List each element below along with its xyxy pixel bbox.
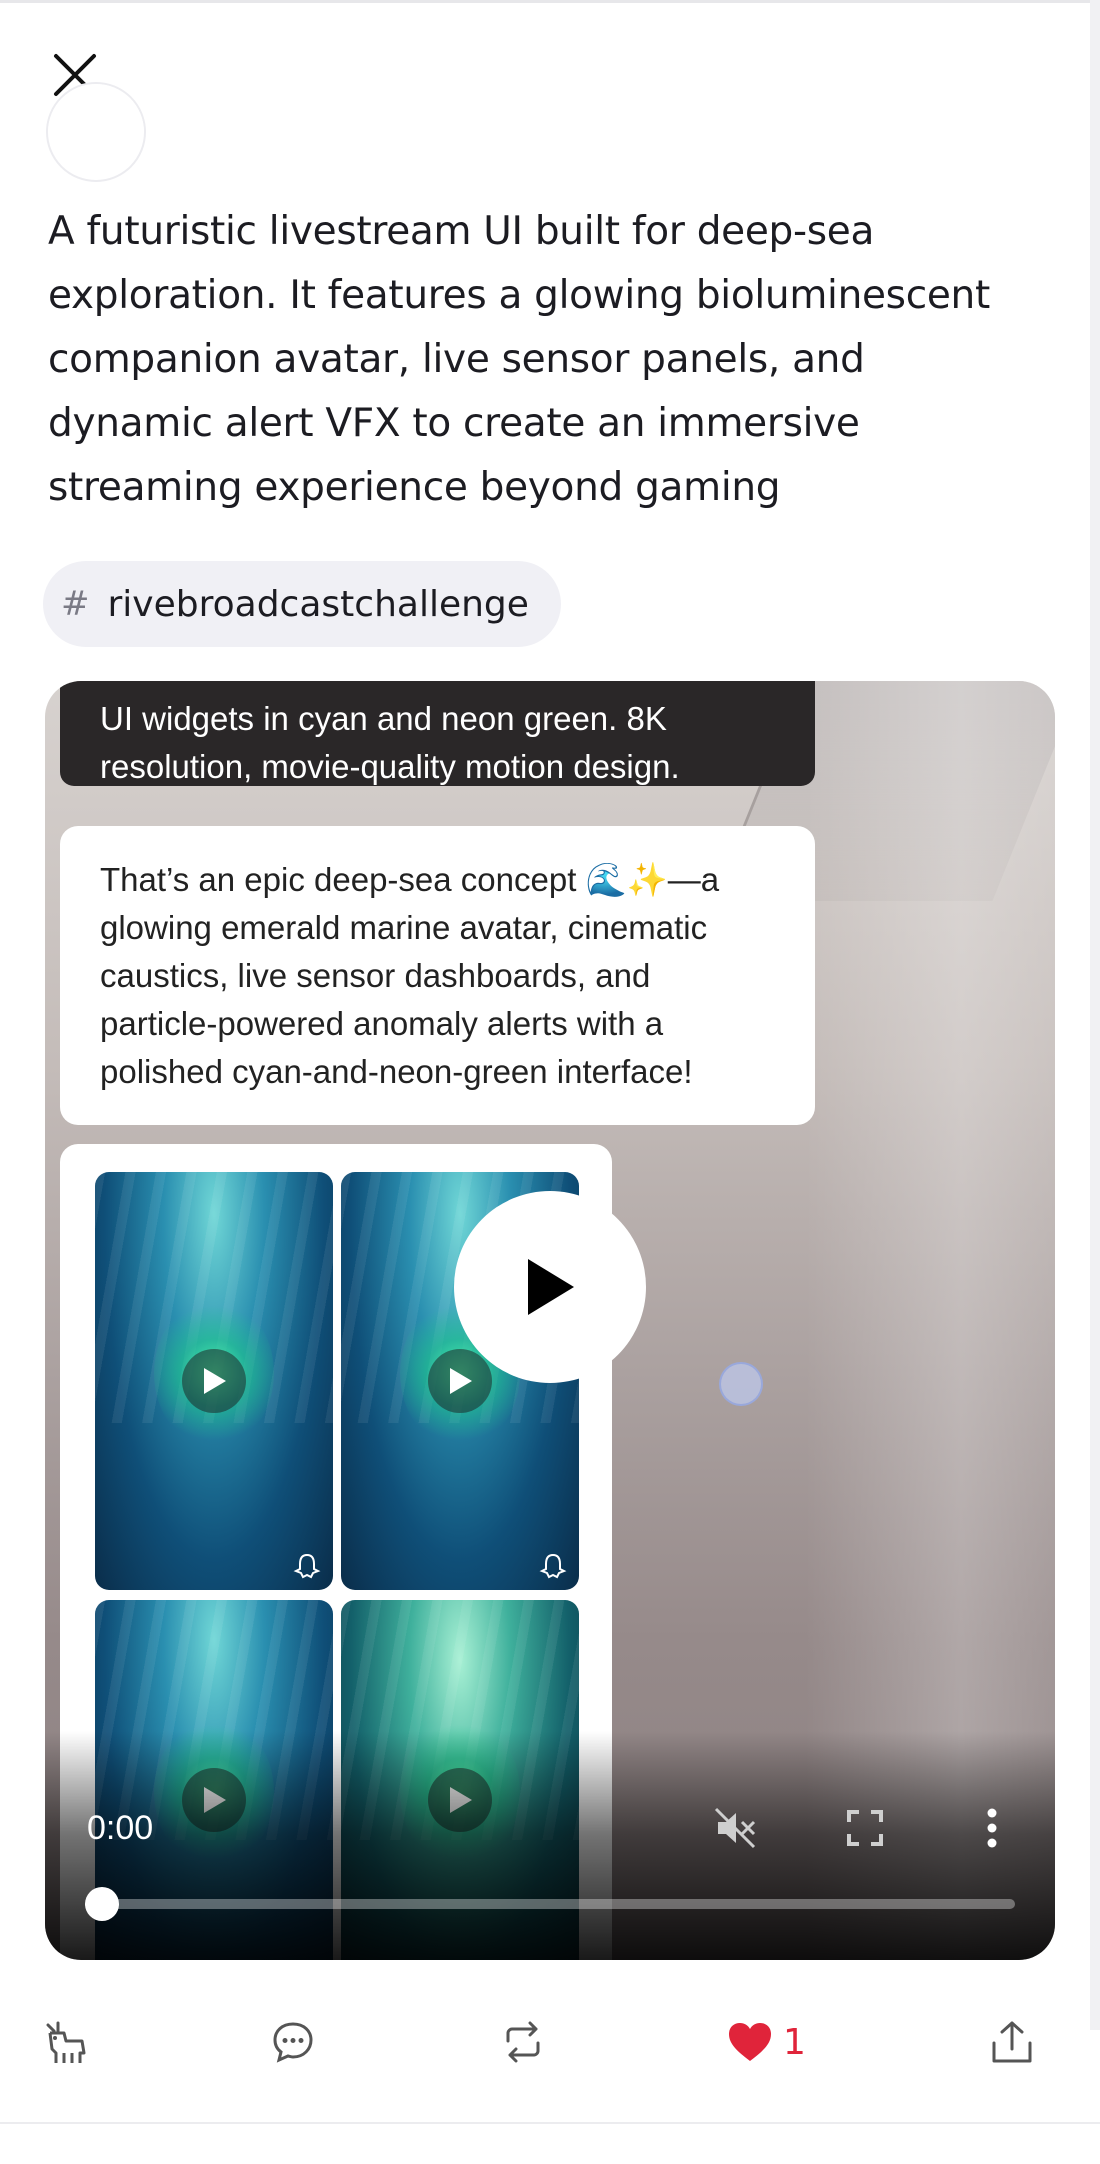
- scrollbar-track[interactable]: [1090, 0, 1100, 2030]
- like-button[interactable]: 1: [727, 2012, 806, 2072]
- fullscreen-button[interactable]: [840, 1803, 890, 1853]
- comment-button[interactable]: [270, 2012, 316, 2072]
- heart-icon: [729, 2023, 771, 2061]
- hashtag-chip[interactable]: # rivebroadcastchallenge: [43, 561, 561, 647]
- goat-icon: [46, 2021, 86, 2063]
- action-bar: 1: [0, 2000, 1100, 2090]
- hashtag-symbol: #: [61, 584, 90, 624]
- play-icon: [182, 1349, 246, 1413]
- hashtag-label: rivebroadcastchallenge: [107, 583, 529, 625]
- repost-icon: [506, 2021, 540, 2063]
- prompt-bubble: UI widgets in cyan and neon green. 8K re…: [60, 681, 815, 786]
- play-icon: [428, 1349, 492, 1413]
- play-icon: [528, 1259, 574, 1315]
- progress-handle[interactable]: [85, 1887, 119, 1921]
- mute-icon: [714, 1807, 756, 1849]
- avatar[interactable]: [46, 82, 146, 182]
- top-border: [0, 0, 1100, 3]
- current-time: 0:00: [87, 1809, 154, 1847]
- divider: [0, 2122, 1100, 2124]
- comment-icon: [273, 2022, 313, 2063]
- post-text: A futuristic livestream UI built for dee…: [48, 209, 990, 510]
- controls-gradient: [45, 1731, 1055, 1960]
- goat-button[interactable]: [40, 2012, 90, 2072]
- mute-button[interactable]: [710, 1803, 760, 1853]
- reply-bubble: That’s an epic deep-sea concept 🌊✨—a glo…: [60, 826, 815, 1125]
- progress-bar[interactable]: [85, 1899, 1015, 1909]
- video-thumbnail: [95, 1172, 333, 1590]
- cursor-indicator: [719, 1362, 763, 1406]
- share-button[interactable]: [990, 2012, 1034, 2072]
- repost-button[interactable]: [500, 2012, 546, 2072]
- more-options-button[interactable]: [967, 1803, 1017, 1853]
- like-count: 1: [783, 2021, 806, 2063]
- video-player[interactable]: UI widgets in cyan and neon green. 8K re…: [45, 681, 1055, 1960]
- play-button[interactable]: [454, 1191, 646, 1383]
- more-icon: [987, 1808, 997, 1848]
- fullscreen-icon: [847, 1810, 883, 1846]
- ghost-icon: [293, 1553, 321, 1579]
- ghost-icon: [539, 1553, 567, 1579]
- share-icon: [992, 2021, 1032, 2063]
